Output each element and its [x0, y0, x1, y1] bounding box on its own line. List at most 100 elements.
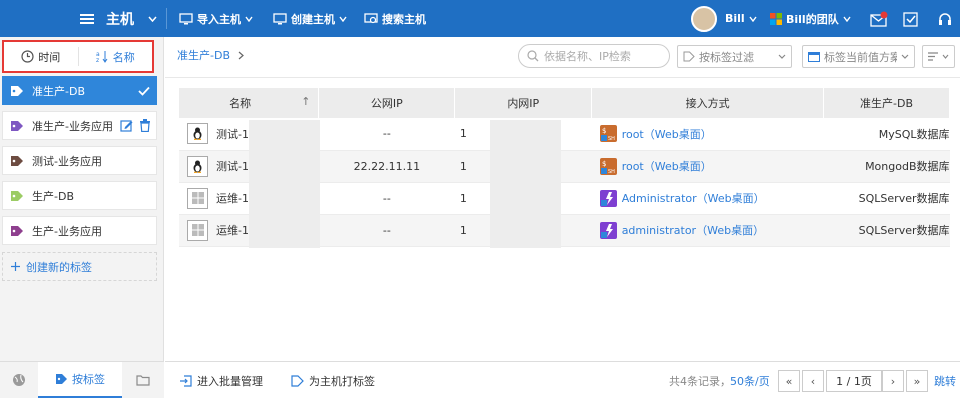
tag-value: SQLServer数据库 — [823, 214, 950, 247]
chevron-down-icon — [245, 16, 253, 22]
access-link[interactable]: Administrator（Web桌面） — [622, 190, 765, 206]
create-host-button[interactable]: 创建主机 — [273, 0, 347, 37]
tab-by-tag-label: 按标签 — [72, 373, 105, 386]
headset-icon — [937, 11, 953, 27]
monitor-search-icon — [364, 12, 378, 25]
plus-icon — [11, 262, 20, 271]
messages-button[interactable] — [870, 0, 888, 37]
column-header-public-ip[interactable]: 公网IP — [318, 88, 456, 118]
ssh-access-icon: $ SH — [599, 125, 617, 143]
host-name[interactable]: 运维-1 — [216, 222, 249, 238]
tag-icon — [10, 225, 24, 237]
tag-item-staging-app[interactable]: 准生产-业务应用 — [2, 111, 157, 140]
chevron-right-icon — [238, 51, 244, 60]
column-header-tag-value[interactable]: 准生产-DB — [823, 88, 950, 118]
host-name[interactable]: 运维-1 — [216, 190, 249, 206]
tag-icon — [10, 155, 24, 167]
windows-logo-icon — [770, 12, 782, 25]
column-header-access[interactable]: 接入方式 — [591, 88, 825, 118]
search-host-label: 搜索主机 — [382, 12, 426, 26]
first-page-button[interactable]: « — [778, 370, 800, 392]
monitor-add-icon — [273, 12, 287, 25]
chevron-down-icon — [778, 54, 786, 59]
public-ip: -- — [318, 182, 455, 215]
chevron-down-icon — [843, 16, 851, 22]
sort-by-time-button[interactable]: 时间 — [4, 42, 78, 71]
chevron-down-icon — [339, 16, 347, 22]
sort-alpha-icon: az — [96, 50, 109, 63]
redacted-block — [490, 120, 561, 248]
tag-label: 生产-DB — [32, 189, 74, 203]
sort-by-name-label: 名称 — [112, 50, 135, 64]
search-input[interactable]: 依据名称、IP检索 — [518, 44, 670, 68]
clock-icon — [21, 50, 34, 63]
tag-icon — [10, 190, 24, 202]
tab-global[interactable] — [0, 362, 38, 398]
tag-item-staging-db[interactable]: 准生产-DB — [2, 76, 157, 105]
module-title[interactable]: 主机 — [106, 0, 134, 37]
jump-label: 跳转 — [934, 374, 956, 388]
access-link[interactable]: administrator（Web桌面） — [622, 222, 764, 238]
tag-item-prod-app[interactable]: 生产-业务应用 — [2, 216, 157, 245]
page-indicator: 1 / 1页 — [826, 370, 882, 392]
page-size-select[interactable]: 50条/页 — [730, 362, 770, 398]
tag-item-test-app[interactable]: 测试-业务应用 — [2, 146, 157, 175]
batch-manage-label: 进入批量管理 — [197, 374, 263, 388]
menu-button[interactable] — [80, 0, 94, 37]
edit-icon[interactable] — [120, 119, 133, 132]
tag-icon — [55, 373, 68, 385]
prev-page-button[interactable]: ‹ — [802, 370, 824, 392]
page-size-label: 50条/页 — [730, 374, 770, 388]
breadcrumb: 准生产-DB — [177, 47, 244, 63]
tab-folder[interactable] — [122, 362, 164, 398]
hamburger-icon — [80, 13, 94, 25]
tag-sidebar: 时间 az 名称 准生产-DB 准生产-业务应用 测试-业务应用 生产-DB 生… — [0, 37, 164, 398]
avatar — [691, 5, 717, 32]
tag-hosts-button[interactable]: 为主机打标签 — [291, 362, 375, 398]
batch-manage-button[interactable]: 进入批量管理 — [179, 362, 263, 398]
access-link[interactable]: root（Web桌面） — [622, 126, 712, 142]
module-title-text: 主机 — [106, 11, 134, 28]
user-menu[interactable]: Bill — [691, 0, 757, 37]
column-settings-select[interactable] — [922, 45, 955, 68]
svg-text:$: $ — [602, 127, 606, 135]
create-host-label: 创建主机 — [291, 12, 335, 26]
module-dropdown[interactable] — [148, 0, 157, 37]
access-link[interactable]: root（Web桌面） — [622, 158, 712, 174]
tag-label: 生产-业务应用 — [32, 224, 102, 238]
folder-icon — [136, 374, 150, 386]
chevron-down-icon — [749, 16, 757, 22]
search-host-button[interactable]: 搜索主机 — [364, 0, 426, 37]
host-name[interactable]: 测试-1 — [216, 126, 249, 142]
sort-by-name-button[interactable]: az 名称 — [79, 42, 153, 71]
team-menu[interactable]: Bill的团队 — [770, 0, 851, 37]
sidebar-tabs: 按标签 — [0, 361, 164, 398]
svg-text:z: z — [96, 57, 99, 63]
tag-scheme-select[interactable]: 标签当前值方案 — [802, 45, 915, 68]
sort-options: 时间 az 名称 — [2, 40, 154, 73]
jump-page-button[interactable]: 跳转 — [934, 362, 956, 398]
create-tag-button[interactable]: 创建新的标签 — [2, 252, 157, 281]
search-placeholder: 依据名称、IP检索 — [544, 50, 631, 63]
windows-icon — [187, 219, 208, 241]
tab-by-tag[interactable]: 按标签 — [38, 362, 122, 398]
chevron-down-icon — [148, 16, 157, 22]
host-name[interactable]: 测试-1 — [216, 158, 249, 174]
tag-label: 准生产-DB — [32, 84, 85, 98]
create-tag-label: 创建新的标签 — [26, 260, 92, 274]
tag-item-prod-db[interactable]: 生产-DB — [2, 181, 157, 210]
host-list-panel: 准生产-DB 依据名称、IP检索 按标签过滤 标签当前值方案 名称 ↑ 公网IP … — [165, 37, 960, 398]
trash-icon[interactable] — [139, 119, 151, 132]
support-button[interactable] — [937, 0, 953, 37]
import-host-button[interactable]: 导入主机 — [179, 0, 253, 37]
next-page-button[interactable]: › — [882, 370, 904, 392]
search-icon — [527, 50, 539, 62]
column-header-private-ip[interactable]: 内网IP — [454, 88, 593, 118]
column-header-name[interactable]: 名称 ↑ — [179, 88, 320, 118]
breadcrumb-current[interactable]: 准生产-DB — [177, 47, 230, 63]
tasks-button[interactable] — [903, 0, 919, 37]
tag-filter-select[interactable]: 按标签过滤 — [677, 45, 792, 68]
last-page-button[interactable]: » — [906, 370, 928, 392]
tag-filter-label: 按标签过滤 — [699, 50, 754, 64]
svg-text:SH: SH — [608, 169, 615, 175]
